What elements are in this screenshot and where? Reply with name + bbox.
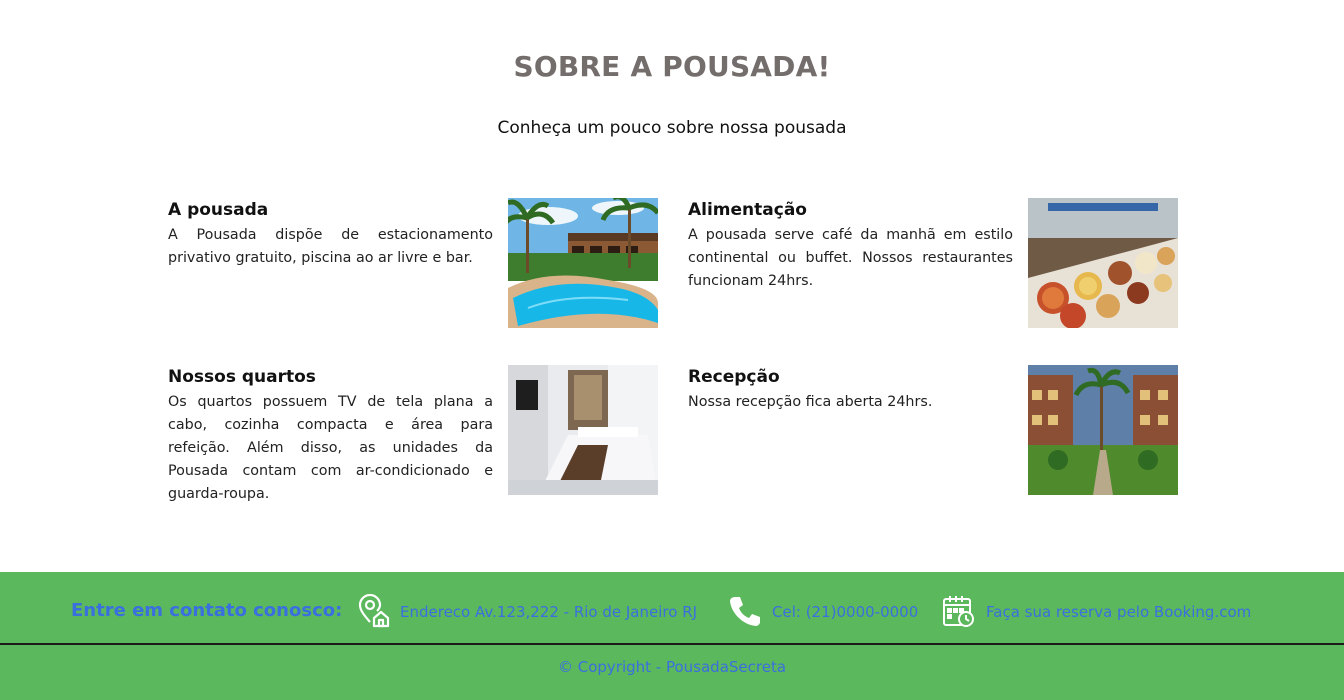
address-text: Endereco Av.123,222 - Rio de Janeiro RJ bbox=[400, 603, 698, 621]
card-alimentacao: Alimentação A pousada serve café da manh… bbox=[688, 198, 1178, 358]
card-recepcao: Recepção Nossa recepção fica aberta 24hr… bbox=[688, 365, 1178, 525]
pool-photo bbox=[508, 198, 658, 328]
contact-bar: Entre em contato conosco: Endereco Av.12… bbox=[0, 572, 1344, 645]
phone-icon bbox=[728, 594, 762, 628]
section-title: SOBRE A POUSADA! bbox=[513, 50, 831, 83]
courtyard-photo bbox=[1028, 365, 1178, 495]
buffet-photo bbox=[1028, 198, 1178, 328]
footer: Entre em contato conosco: Endereco Av.12… bbox=[0, 572, 1344, 700]
section-subtitle: Conheça um pouco sobre nossa pousada bbox=[497, 118, 847, 138]
card-text: A Pousada dispõe de estacionamento priva… bbox=[168, 227, 493, 266]
card-text: A pousada serve café da manhã em estilo … bbox=[688, 227, 1013, 289]
bedroom-photo bbox=[508, 365, 658, 495]
card-text: Os quartos possuem TV de tela plana a ca… bbox=[168, 394, 493, 502]
card-quartos: Nossos quartos Os quartos possuem TV de … bbox=[168, 365, 658, 525]
contact-title: Entre em contato conosco: bbox=[71, 600, 343, 621]
card-title: A pousada bbox=[168, 200, 269, 220]
card-title: Nossos quartos bbox=[168, 367, 316, 387]
card-text: Nossa recepção fica aberta 24hrs. bbox=[688, 394, 933, 410]
calendar-clock-icon bbox=[942, 594, 976, 628]
location-home-icon bbox=[356, 593, 390, 628]
card-pousada: A pousada A Pousada dispõe de estacionam… bbox=[168, 198, 658, 358]
phone-text: Cel: (21)0000-0000 bbox=[772, 603, 919, 621]
card-title: Recepção bbox=[688, 367, 780, 387]
copyright: © Copyright - PousadaSecreta bbox=[557, 658, 787, 676]
card-title: Alimentação bbox=[688, 200, 807, 220]
booking-text: Faça sua reserva pelo Booking.com bbox=[986, 603, 1252, 621]
